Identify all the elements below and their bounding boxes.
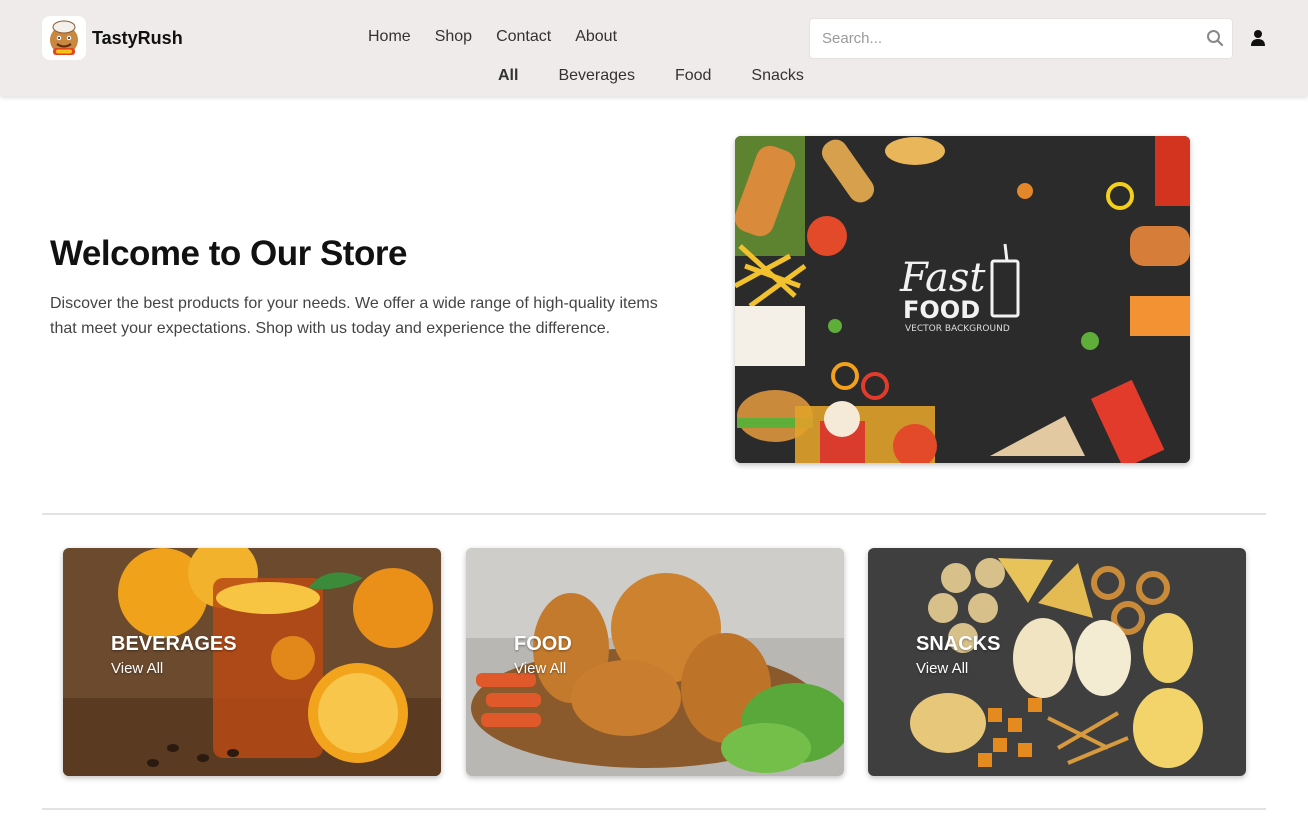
nav-about[interactable]: About	[575, 28, 617, 46]
section-divider	[42, 513, 1266, 515]
brand-logo-link[interactable]: TastyRush	[42, 16, 183, 60]
category-tab-food[interactable]: Food	[675, 67, 711, 85]
category-tab-all[interactable]: All	[498, 67, 518, 85]
nav-shop[interactable]: Shop	[435, 28, 472, 46]
nav-home[interactable]: Home	[368, 28, 411, 46]
search-input[interactable]	[810, 19, 1190, 58]
card-title: BEVERAGES	[111, 633, 237, 655]
hero-image-bold-text: FOOD	[903, 296, 980, 324]
hero-image: Fast FOOD VECTOR BACKGROUND	[735, 136, 1190, 463]
hero-title: Welcome to Our Store	[50, 234, 407, 273]
category-tab-beverages[interactable]: Beverages	[558, 67, 635, 85]
section-divider	[42, 808, 1266, 810]
card-title: SNACKS	[916, 633, 1001, 655]
category-tab-snacks[interactable]: Snacks	[751, 67, 803, 85]
nav-contact[interactable]: Contact	[496, 28, 551, 46]
brand-name: TastyRush	[92, 27, 183, 48]
card-title: FOOD	[514, 633, 572, 655]
user-icon[interactable]	[1249, 29, 1267, 47]
view-all-link[interactable]: View All	[111, 660, 163, 677]
site-header: TastyRush Home Shop Contact About All Be…	[0, 0, 1308, 96]
view-all-link[interactable]: View All	[916, 660, 968, 677]
search-box	[809, 18, 1233, 59]
hero-description: Discover the best products for your need…	[50, 295, 658, 337]
category-card-snacks[interactable]: SNACKS View All	[868, 548, 1246, 776]
main-nav: Home Shop Contact About	[368, 28, 641, 46]
category-nav: All Beverages Food Snacks	[498, 67, 844, 85]
category-card-beverages[interactable]: BEVERAGES View All	[63, 548, 441, 776]
search-icon[interactable]	[1206, 29, 1224, 47]
chef-mascot-icon	[42, 16, 86, 60]
hero-image-script-text: Fast	[899, 255, 986, 301]
category-card-food[interactable]: FOOD View All	[466, 548, 844, 776]
hero-image-caption: VECTOR BACKGROUND	[905, 324, 1010, 334]
view-all-link[interactable]: View All	[514, 660, 566, 677]
